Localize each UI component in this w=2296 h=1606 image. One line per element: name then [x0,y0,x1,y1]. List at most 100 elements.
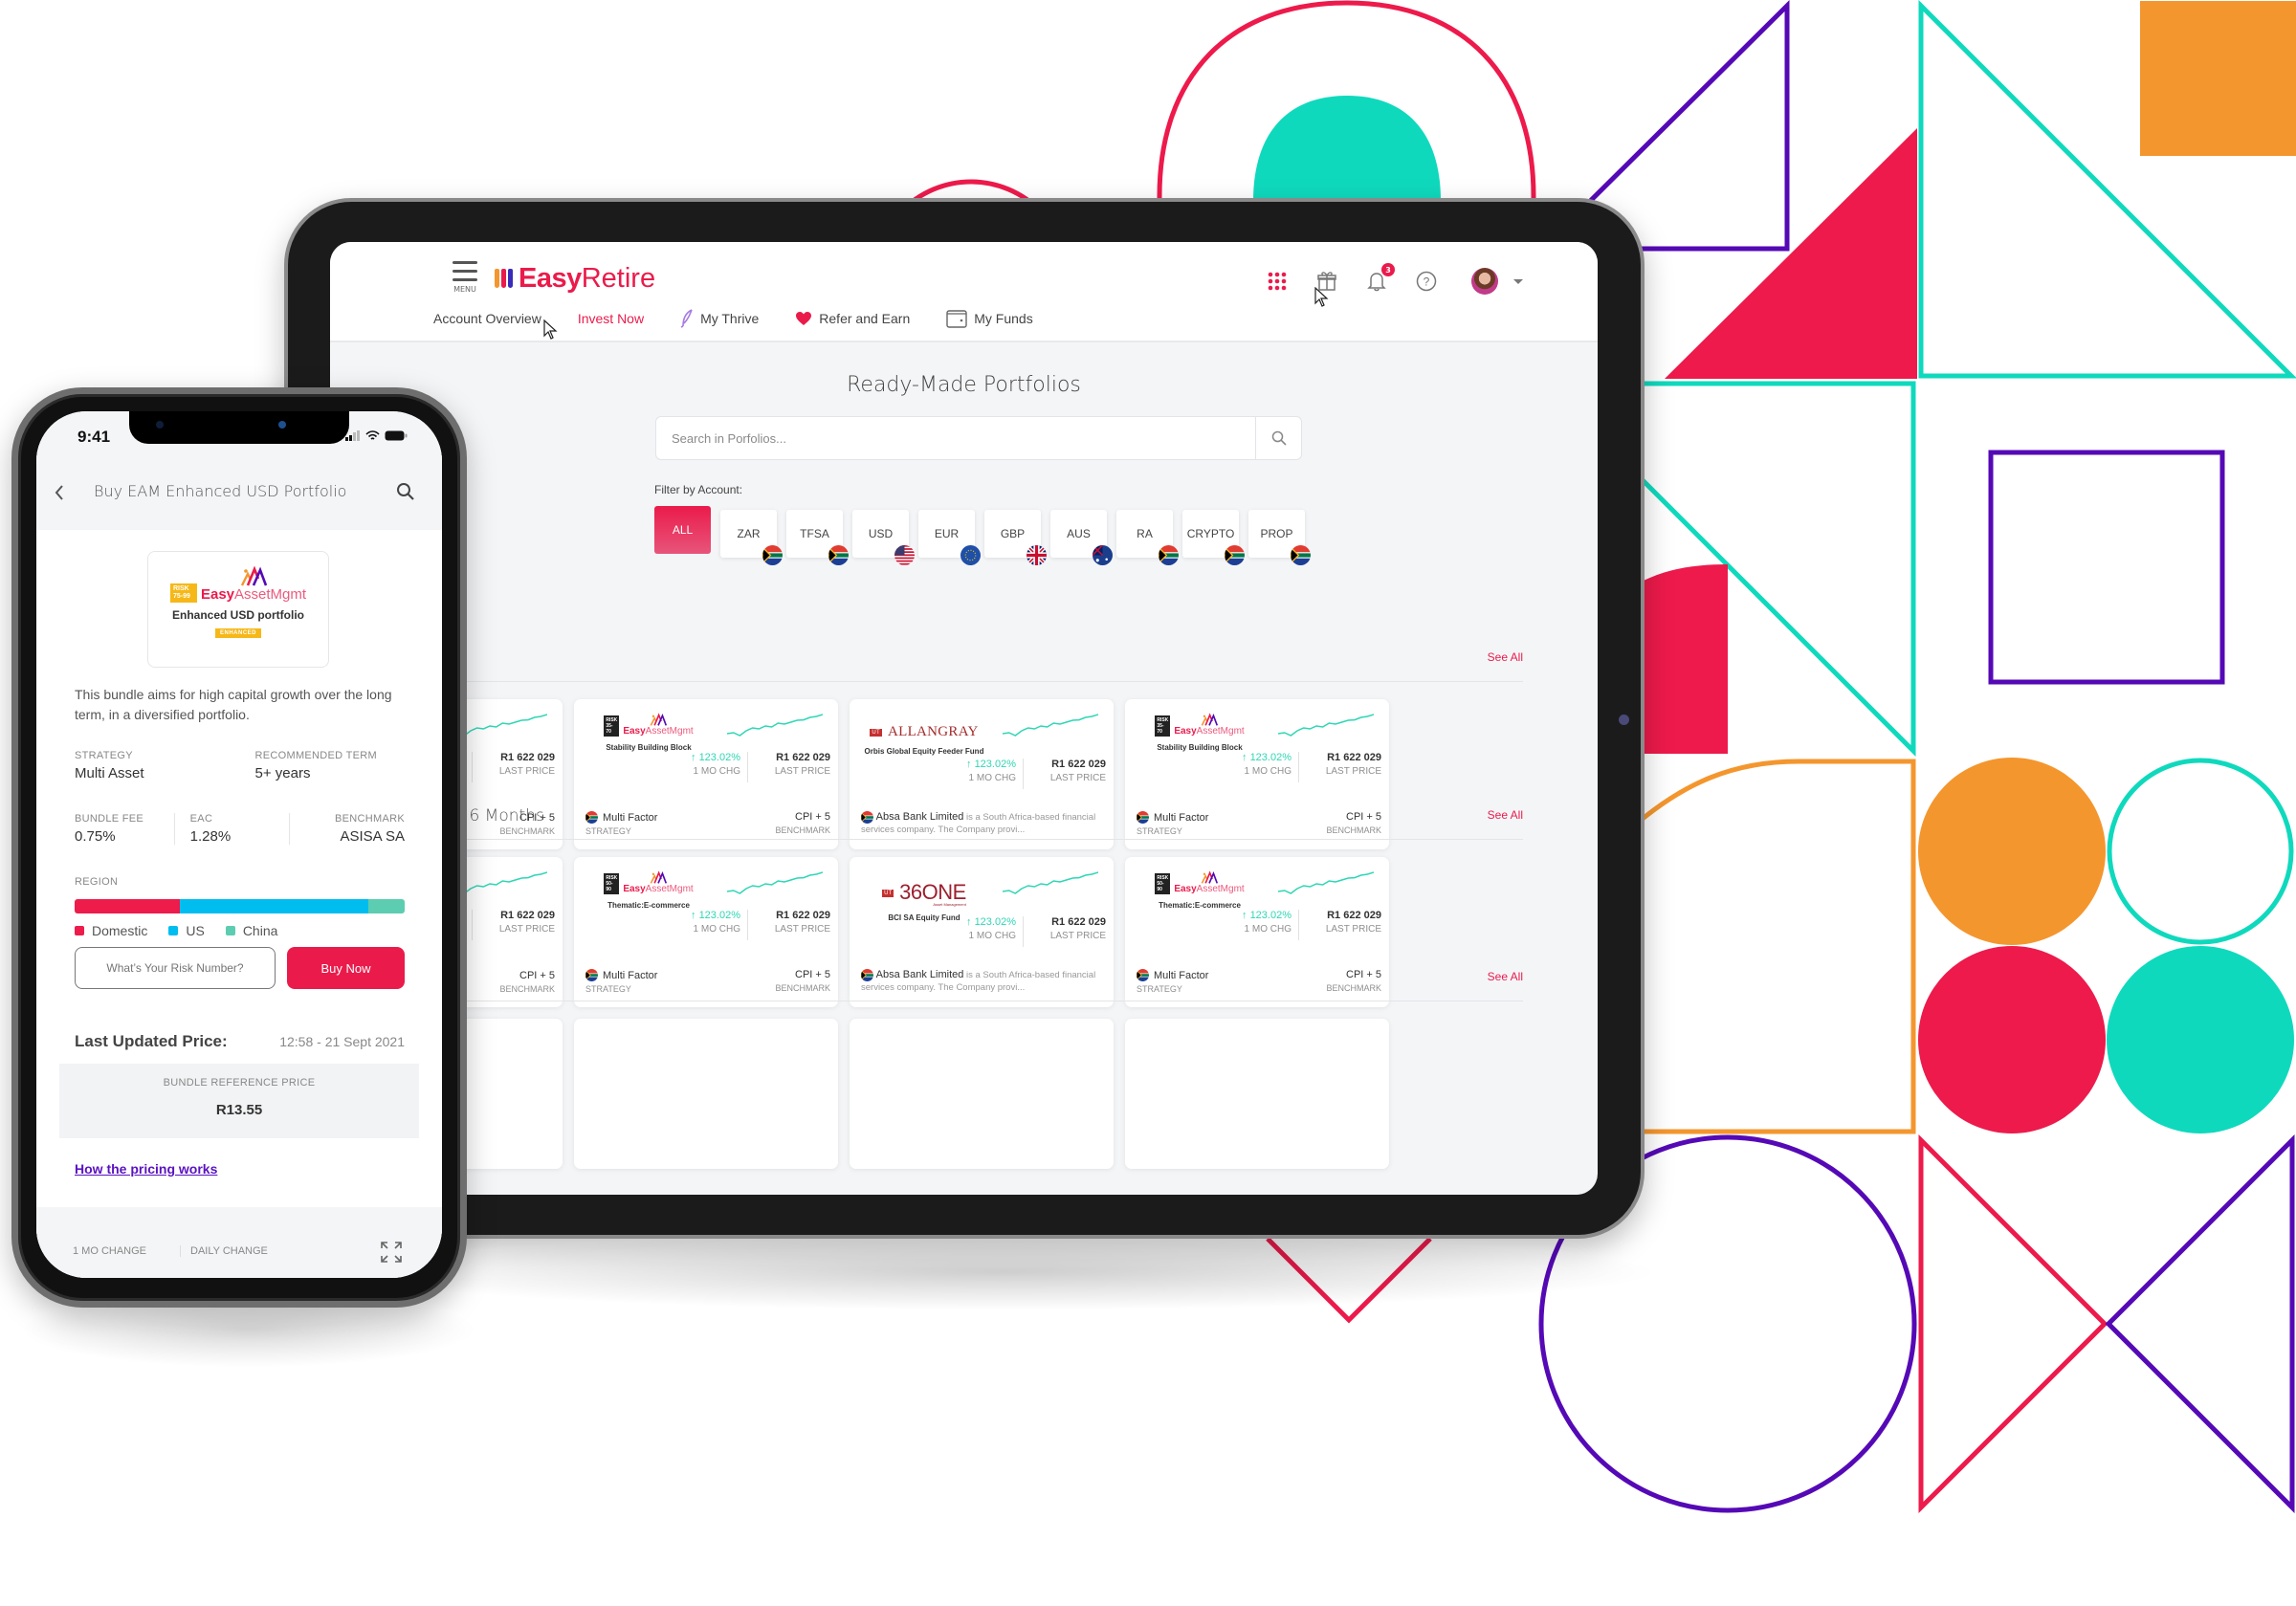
mo-change-label: 1 MO CHANGE [73,1245,147,1257]
portfolio-card[interactable]: RISK 50-90 EasyAssetMgmt Thematic:E-comm… [1125,857,1389,1007]
deco-red-circle [1918,946,2106,1133]
filter-chip-aus[interactable]: AUS [1050,510,1113,565]
unit-trust-tag: UT [882,890,894,897]
fees-row: BUNDLE FEE 0.75% EAC 1.28% BENCHMARK ASISA … [75,813,405,845]
price-value: R1 622 029 [1051,916,1106,928]
arrow-up-icon: ↑ [966,916,975,928]
expand-icon[interactable] [379,1240,404,1265]
arrow-up-icon: ↑ [691,752,699,763]
flag-au-icon [1093,545,1113,565]
nav-refer-and-earn[interactable]: Refer and Earn [795,311,910,326]
deco-red-quarter [1638,564,1728,754]
benchmark-label: BENCHMARK [775,983,830,993]
nav-my-thrive[interactable]: My Thrive [680,309,759,328]
menu-button[interactable]: MENU [451,261,479,299]
filter-chip-eur[interactable]: EUR [918,510,981,565]
search-button[interactable] [1255,417,1301,459]
daily-change-label: DAILY CHANGE [180,1245,268,1257]
change-label: 1 MO CHG [693,766,740,777]
see-all-link[interactable]: See All [1488,808,1523,822]
portfolio-card[interactable]: RISK 35-70 EasyAssetMgmt Stability Build… [574,699,838,849]
eam-bold: Easy [1174,726,1197,737]
deco-purple-bowtie-right [2105,1133,2295,1514]
legend-label: China [242,923,278,938]
notification-badge: 3 [1381,263,1395,276]
wallet-icon [946,309,967,328]
easyretire-logo[interactable]: Easy Retire [495,261,655,296]
benchmark-value: ASISA SA [340,828,406,845]
arrow-up-icon: ↑ [1242,752,1250,763]
chevron-down-icon[interactable] [1513,278,1523,284]
eam-light: AssetMgmt [645,726,694,737]
bell-icon[interactable]: 3 [1364,263,1395,294]
legend-swatch [75,926,84,935]
pricing-info-link[interactable]: How the pricing works [75,1161,217,1177]
status-icons [345,430,408,441]
card-brand: RISK 35-70 EasyAssetMgmt Stability Build… [1138,713,1261,753]
see-all-link[interactable]: See All [1488,970,1523,983]
marketing-composite: MENU Easy Retire Account Overview Invest … [0,0,2296,1606]
change-summary: 1 MO CHANGE DAILY CHANGE [36,1207,442,1278]
portfolio-card[interactable]: RISK 35-70 EasyAssetMgmt Stability Build… [1125,699,1389,849]
risk-tag: RISK 50-90 [1155,873,1171,894]
filter-chip-label: AUS [1067,527,1091,540]
filter-chip-zar[interactable]: ZAR [720,510,783,565]
hamburger-icon [453,261,477,264]
nav-invest-now[interactable]: Invest Now [578,311,644,326]
strategy-value: Multi Asset [75,765,144,781]
filter-chip-gbp[interactable]: GBP [984,510,1047,565]
risk-number-input[interactable] [75,947,276,989]
user-menu[interactable] [1464,268,1506,295]
hamburger-icon-line [453,270,477,273]
hamburger-icon-line [453,278,477,281]
filter-chip-label: USD [868,527,894,540]
apps-grid-icon[interactable] [1265,269,1290,294]
price-value: R1 622 029 [1327,752,1381,763]
price-label: LAST PRICE [1049,931,1106,941]
metric-divider [747,910,748,940]
nav-account-overview[interactable]: Account Overview [433,311,541,326]
see-all-link[interactable]: See All [1488,650,1523,664]
change-label: 1 MO CHG [968,773,1016,783]
buy-now-button[interactable]: Buy Now [287,947,405,989]
bundle-fee-field: BUNDLE FEE 0.75% [75,813,174,845]
portfolio-card[interactable]: RISK 50-90 EasyAssetMgmt Thematic:E-comm… [574,857,838,1007]
portfolio-logo-card: RISK 75-99 EasyAssetMgmt Enhanced USD po… [147,551,329,668]
search-icon[interactable] [396,482,415,501]
filter-chip-label: GBP [1000,527,1026,540]
metric-divider [1298,910,1299,940]
filter-chip-usd[interactable]: USD [852,510,915,565]
filter-chip-ra[interactable]: RA [1116,510,1179,565]
flag-eu-icon [960,545,981,565]
portfolio-card[interactable]: UT 36ONE Asset Management BCI SA Equity Fu… [850,857,1114,1007]
nav-my-funds[interactable]: My Funds [946,309,1033,328]
region-label: REGION [75,876,119,888]
help-icon[interactable]: ? [1414,269,1439,294]
price-label: LAST PRICE [774,766,830,777]
portfolio-card[interactable] [1125,1019,1389,1169]
risk-tag: RISK 50-90 [604,873,620,894]
metric-divider [1023,916,1024,947]
sparkline-chart [1278,871,1374,894]
back-icon[interactable] [54,484,65,501]
deco-red-bowtie-left [1918,1133,2108,1514]
risk-tag: RISK 35-70 [1155,715,1171,737]
app-header: MENU Easy Retire Account Overview Invest … [330,242,1598,342]
portfolio-card[interactable]: UT ALLANGRAY Orbis Global Equity Feeder F… [850,699,1114,849]
filter-chip-crypto[interactable]: CRYPTO [1182,510,1245,565]
filter-chip-tfsa[interactable]: TFSA [786,510,849,565]
search-input[interactable] [656,417,1255,459]
change-label: 1 MO CHG [693,924,740,935]
sparkline-chart [1278,714,1374,737]
filter-chip-prop[interactable]: PROP [1248,510,1311,565]
benchmark-label: BENCHMARK [775,825,830,835]
nav-label: My Funds [974,311,1033,326]
one-month-change: ↑ 123.02% 1 MO CHG [691,752,740,777]
battery-icon [385,430,408,441]
section-divider [330,839,1523,840]
portfolio-card[interactable] [574,1019,838,1169]
region-legend: Domestic US China [75,923,405,938]
portfolio-card[interactable] [850,1019,1114,1169]
deco-teal-circle [2107,946,2294,1133]
filter-chip-all[interactable]: ALL [654,506,711,554]
